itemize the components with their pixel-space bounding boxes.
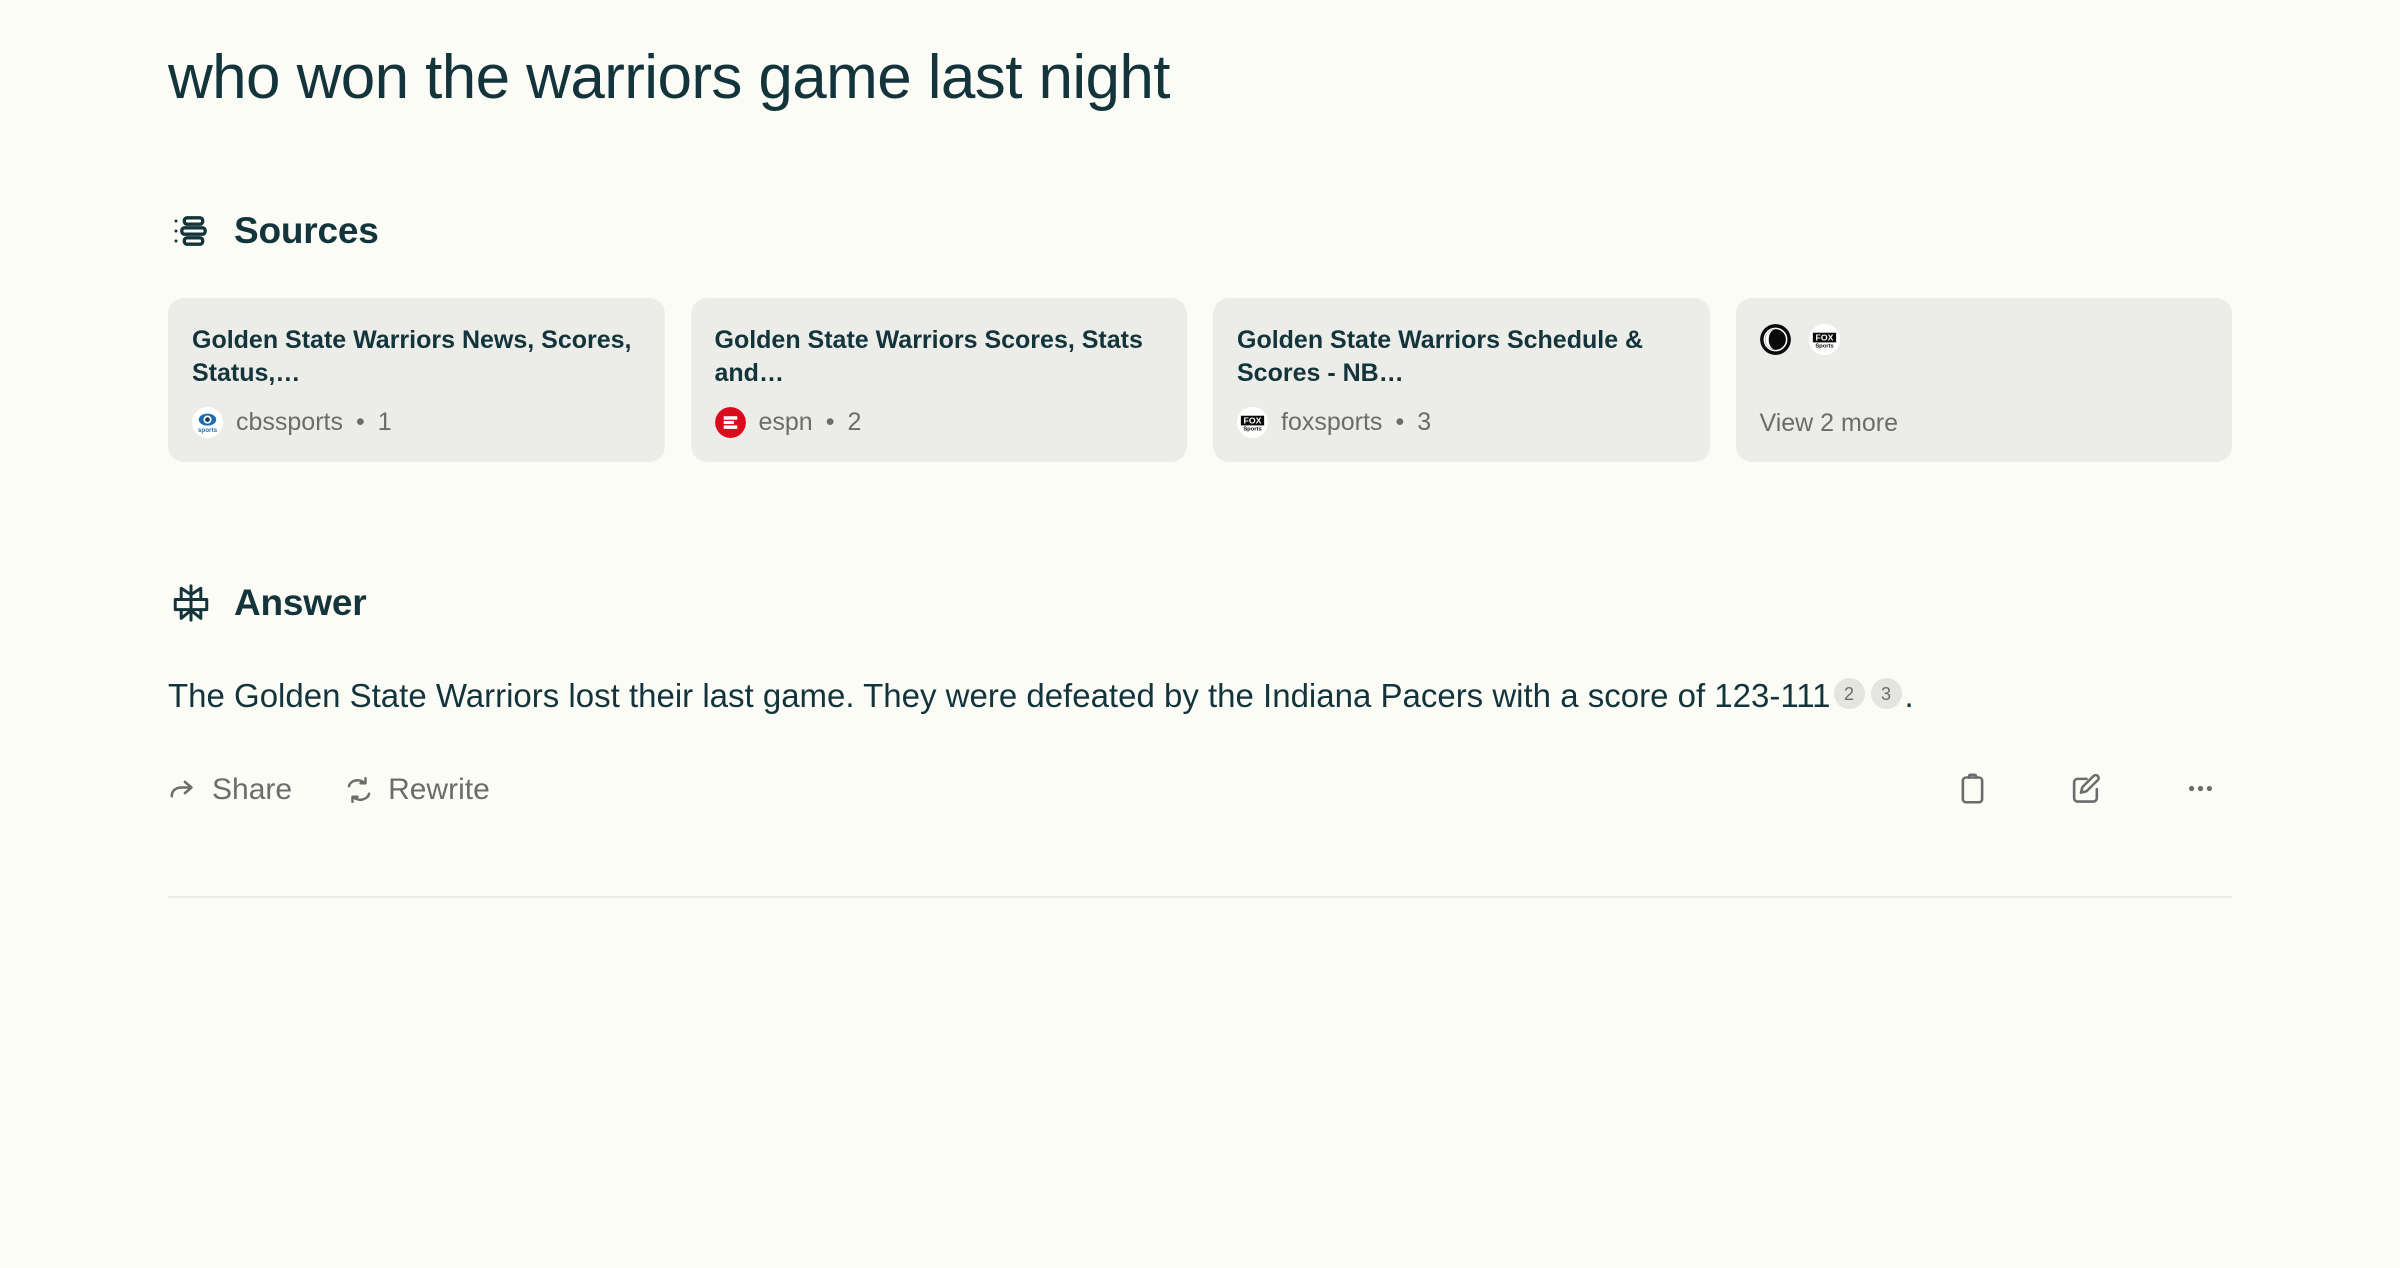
svg-text:FOX: FOX xyxy=(1244,415,1262,425)
rewrite-button[interactable]: Rewrite xyxy=(344,773,490,807)
perplexity-logo-icon xyxy=(168,580,214,626)
view-more-sources-card[interactable]: FOX Sports View 2 more xyxy=(1735,297,2232,462)
source-card[interactable]: Golden State Warriors Scores, Stats and…… xyxy=(690,297,1187,462)
source-card[interactable]: Golden State Warriors News, Scores, Stat… xyxy=(168,297,665,462)
foxsports-favicon: FOX Sports xyxy=(1237,406,1268,438)
rewrite-icon xyxy=(344,775,374,805)
sources-section-header: Sources xyxy=(168,208,2232,254)
source-separator: • xyxy=(355,407,365,436)
page-title: who won the warriors game last night xyxy=(168,43,1170,112)
cbs-circle-favicon xyxy=(1759,323,1791,355)
source-index: 1 xyxy=(377,407,392,436)
source-card[interactable]: Golden State Warriors Schedule & Scores … xyxy=(1213,297,1710,462)
svg-text:sports: sports xyxy=(198,427,218,434)
source-card-title: Golden State Warriors Schedule & Scores … xyxy=(1237,325,1644,387)
source-card-meta: sports cbssports • 1 xyxy=(192,406,641,438)
sources-list-icon xyxy=(168,208,214,254)
edit-button[interactable] xyxy=(2064,768,2108,812)
source-card-meta: espn • 2 xyxy=(714,406,1164,438)
secondary-actions xyxy=(1950,768,2232,812)
svg-text:Sports: Sports xyxy=(1243,426,1261,432)
rewrite-label: Rewrite xyxy=(388,772,490,806)
source-separator: • xyxy=(1395,407,1405,436)
sources-heading: Sources xyxy=(234,209,379,251)
ellipsis-icon xyxy=(2184,772,2217,808)
source-card-meta: FOX Sports foxsports • 3 xyxy=(1237,406,1686,438)
answer-action-bar: Share Rewrite xyxy=(168,762,2232,818)
more-options-button[interactable] xyxy=(2178,768,2222,812)
answer-text: The Golden State Warriors lost their las… xyxy=(168,672,2232,720)
answer-heading: Answer xyxy=(234,581,367,623)
share-label: Share xyxy=(212,772,293,806)
section-divider xyxy=(168,895,2232,898)
content-column: who won the warriors game last night Sou… xyxy=(0,0,2400,898)
share-button[interactable]: Share xyxy=(168,773,292,807)
source-card-title: Golden State Warriors Scores, Stats and… xyxy=(714,325,1143,387)
source-index: 2 xyxy=(847,407,862,436)
answer-section-header: Answer xyxy=(168,580,2232,626)
primary-actions: Share Rewrite xyxy=(168,773,490,807)
more-sources-favicons: FOX Sports xyxy=(1759,323,2209,355)
source-domain: cbssports xyxy=(236,407,343,436)
answer-text-tail: . xyxy=(1904,676,1914,714)
answer-text-segment: The Golden State Warriors lost their las… xyxy=(168,676,1831,714)
share-icon xyxy=(168,775,198,805)
cbssports-favicon: sports xyxy=(192,406,223,438)
citation-badge[interactable]: 2 xyxy=(1833,678,1865,710)
pencil-square-icon xyxy=(2070,772,2103,808)
svg-text:Sports: Sports xyxy=(1815,343,1833,349)
source-domain: espn xyxy=(758,407,813,436)
copy-button[interactable] xyxy=(1950,768,1994,812)
source-card-title: Golden State Warriors News, Scores, Stat… xyxy=(192,325,632,387)
clipboard-icon xyxy=(1956,772,1989,808)
source-index: 3 xyxy=(1417,407,1432,436)
foxsports-favicon: FOX Sports xyxy=(1808,323,1840,355)
citation-badge[interactable]: 3 xyxy=(1870,678,1902,710)
sources-list: Golden State Warriors News, Scores, Stat… xyxy=(168,297,2232,462)
svg-text:FOX: FOX xyxy=(1815,332,1833,342)
source-separator: • xyxy=(825,407,835,436)
view-more-label: View 2 more xyxy=(1759,408,1899,437)
source-domain: foxsports xyxy=(1281,407,1383,436)
answer-page: who won the warriors game last night Sou… xyxy=(0,0,2400,1268)
espn-favicon xyxy=(714,406,746,438)
